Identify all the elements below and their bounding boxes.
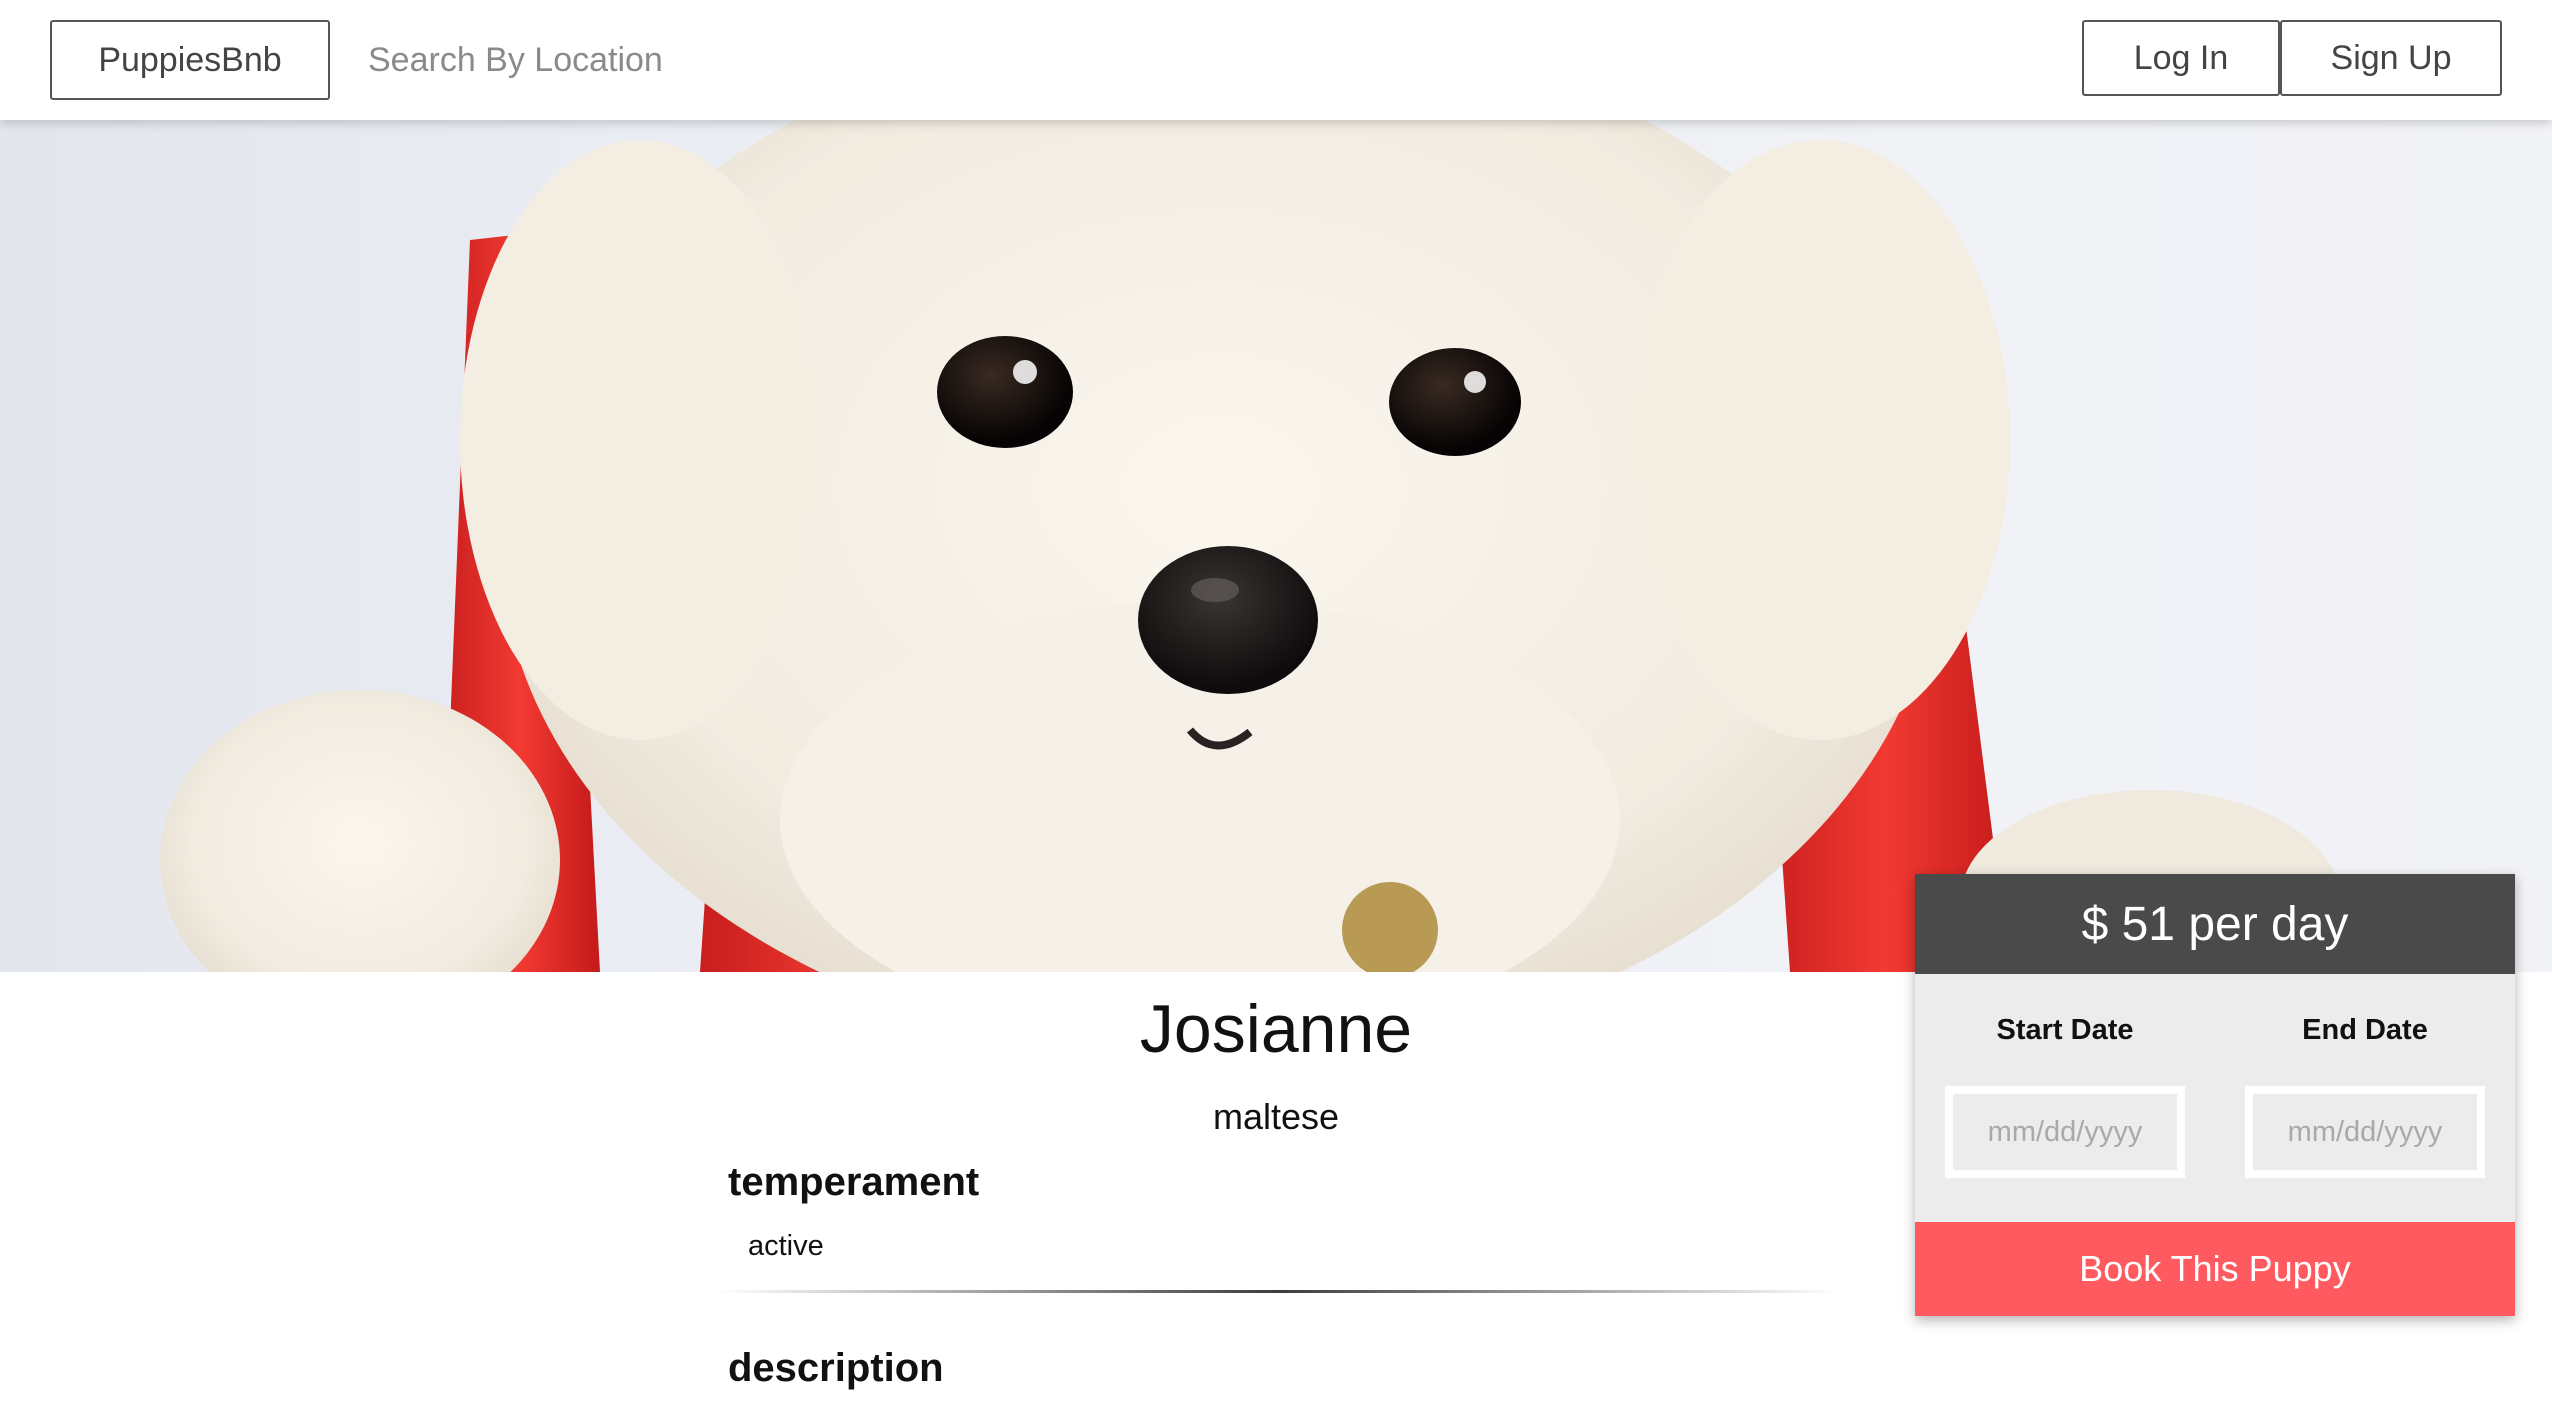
brand-home-button[interactable]: PuppiesBnb [50,20,330,100]
description-heading: description [728,1346,944,1390]
login-button[interactable]: Log In [2082,20,2280,96]
start-date-input[interactable] [1945,1086,2185,1178]
temperament-heading: temperament [728,1160,980,1204]
temperament-value: active [748,1230,824,1262]
top-navbar: PuppiesBnb Log In Sign Up [0,0,2552,120]
start-date-label: Start Date [1996,1014,2134,1046]
signup-button[interactable]: Sign Up [2280,20,2502,96]
end-date-label: End Date [2302,1014,2428,1046]
price-per-day: $ 51 per day [1915,874,2515,974]
puppy-illustration [160,120,2340,972]
end-date-input[interactable] [2245,1086,2485,1178]
puppy-hero-image [0,120,2552,972]
booking-panel: $ 51 per day Start Date End Date Book Th… [1915,874,2515,1316]
book-puppy-button[interactable]: Book This Puppy [1915,1222,2515,1316]
location-search-input[interactable] [368,22,888,98]
section-divider [718,1290,1838,1293]
